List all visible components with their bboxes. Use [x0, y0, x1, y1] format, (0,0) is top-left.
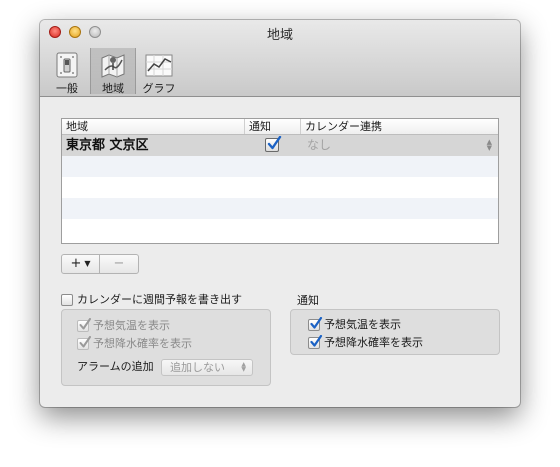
dropdown-arrow-icon: ▼ [84, 259, 91, 268]
calendar-export-label: カレンダーに週間予報を書き出す [77, 293, 242, 306]
column-header-calendar[interactable]: カレンダー連携 [300, 119, 495, 134]
preferences-window: 地域 一般 地域 グラフ 地域 通知 カレンダー連携 東京都 文京区 なし ▲ … [40, 20, 520, 407]
window-title: 地域 [266, 28, 293, 43]
checkmark-icon [310, 335, 323, 347]
notify-rain-label: 予想降水確率を表示 [324, 336, 423, 349]
table-header: 地域 通知 カレンダー連携 [62, 119, 498, 135]
alarm-popup-value: 追加しない [170, 361, 225, 374]
alarm-popup[interactable]: 追加しない ▲ ▼ [161, 359, 253, 376]
updown-arrows-icon: ▲ ▼ [486, 138, 492, 152]
calendar-temp-label: 予想気温を表示 [93, 319, 170, 332]
calendar-link-popup[interactable]: なし [307, 135, 331, 156]
updown-arrows-icon: ▲ ▼ [241, 361, 246, 373]
toolbar: 地域 一般 地域 グラフ [40, 20, 520, 97]
add-region-button[interactable]: + ▼ [61, 254, 100, 274]
calendar-temp-checkbox[interactable] [77, 318, 91, 332]
notify-temp-label: 予想気温を表示 [324, 318, 401, 331]
column-header-region[interactable]: 地域 [62, 119, 244, 134]
column-header-notify[interactable]: 通知 [244, 119, 301, 134]
notification-title: 通知 [297, 294, 319, 307]
alarm-label: アラームの追加 [77, 360, 154, 373]
remove-label: − [113, 256, 125, 271]
checkmark-icon [310, 317, 323, 329]
region-table: 地域 通知 カレンダー連携 東京都 文京区 なし ▲ ▼ [61, 118, 499, 244]
table-row-empty [62, 198, 498, 219]
toolbar-tab-graph[interactable]: グラフ [136, 48, 182, 95]
checkmark-icon [267, 136, 282, 150]
calendar-export-checkbox[interactable] [61, 294, 73, 306]
remove-region-button[interactable]: − [99, 254, 139, 274]
calendar-rain-label: 予想降水確率を表示 [93, 337, 192, 350]
toolbar-tab-general[interactable]: 一般 [44, 48, 90, 95]
toolbar-tab-region[interactable]: 地域 [90, 48, 136, 95]
region-cell: 東京都 文京区 [66, 138, 149, 153]
notify-checkbox[interactable] [265, 136, 282, 152]
toolbar-tab-graph-label: グラフ [142, 82, 176, 95]
checkmark-icon [79, 318, 91, 330]
toolbar-tab-general-label: 一般 [56, 82, 78, 95]
checkmark-icon [79, 336, 91, 348]
line-chart-icon [145, 54, 173, 77]
table-row-empty [62, 156, 498, 177]
notify-temp-checkbox[interactable] [308, 317, 323, 331]
toolbar-tab-region-label: 地域 [102, 82, 124, 95]
table-row-empty [62, 177, 498, 198]
calendar-rain-checkbox[interactable] [77, 336, 91, 350]
notify-rain-checkbox[interactable] [308, 335, 323, 349]
switch-icon [56, 52, 78, 78]
add-label: + [70, 256, 82, 271]
map-pin-icon [101, 54, 125, 78]
table-row[interactable]: 東京都 文京区 なし ▲ ▼ [62, 135, 498, 156]
table-row-empty [62, 219, 498, 240]
